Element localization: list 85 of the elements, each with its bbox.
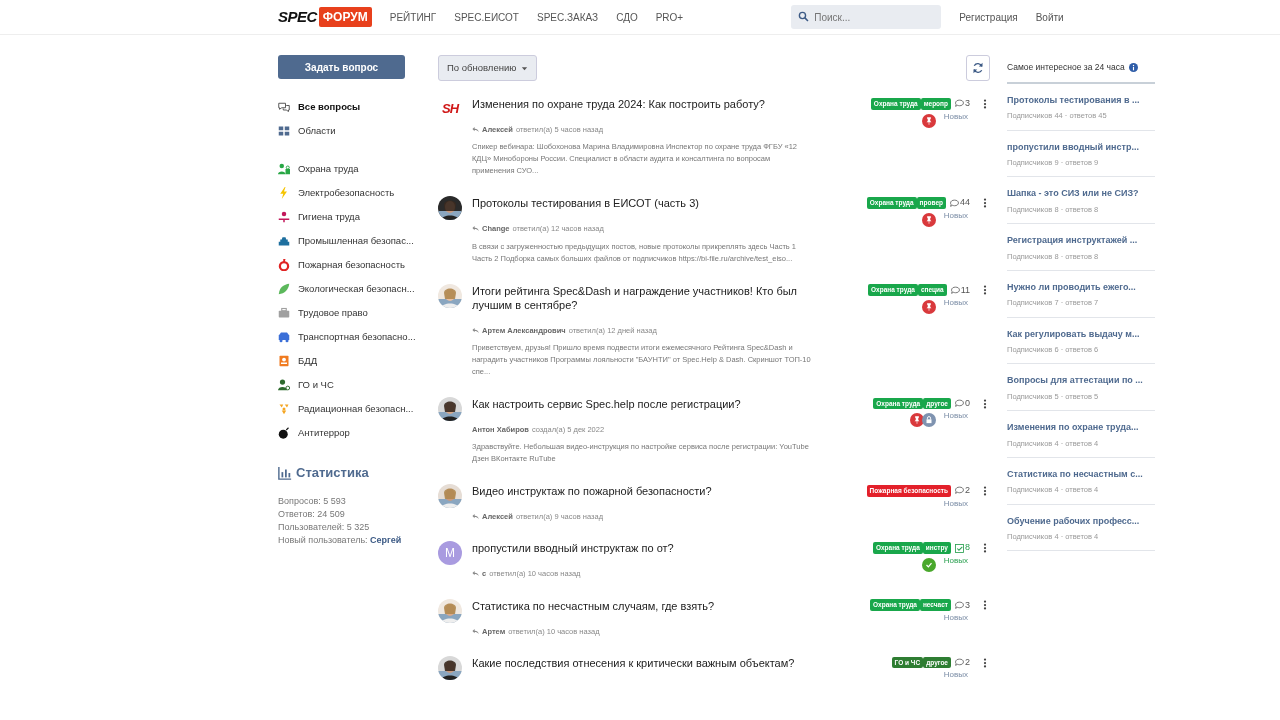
topic-link[interactable]: Изменения по охране труда... [1007,421,1155,435]
topic-link[interactable]: пропустили вводный инстр... [1007,140,1155,154]
section-title: Самое интересное за 24 часа [1007,61,1125,74]
comment-icon [950,285,960,295]
new-link[interactable]: Новых [943,110,968,123]
category-link[interactable]: Промышленная безопас... [298,233,414,249]
category-link[interactable]: Пожарная безопасность [298,257,405,273]
category-link[interactable]: Гигиена труда [298,209,360,225]
topic-title[interactable]: пропустили вводный инструктаж по от? [472,541,840,556]
stat-text: Ответов: 24 509 [278,507,346,521]
chart-icon [278,465,292,480]
stat-text: Вопросов: 5 593 [278,494,347,508]
user-link[interactable]: Сергей [370,534,402,545]
category-link[interactable]: Электробезопасность [298,185,395,201]
section-title: Статистика [296,464,369,482]
stat-text: Пользователей: 5 325 [278,520,371,534]
new-link[interactable]: Новых [943,554,968,567]
comment-icon [955,658,964,667]
grid-icon [278,125,290,137]
user-avatar: M [438,541,462,566]
checkbox-icon [955,543,964,553]
new-link[interactable]: Новых [943,209,968,222]
nav-link[interactable]: SPEC.ЗАКАЗ [537,9,599,25]
category-link[interactable]: Транспортная безопасно... [298,329,416,345]
nav-link[interactable]: PRO+ [655,9,684,25]
search-field[interactable]: Поиск... [791,5,942,29]
topic-link[interactable]: Статистика по несчастным с... [1007,467,1155,482]
topic-link[interactable]: Регистрация инструктажей ... [1007,234,1155,248]
category-link[interactable]: Экологическая безопасн... [298,281,415,297]
category-link[interactable]: Охрана труда [298,161,359,177]
topic-title[interactable]: Как настроить сервис Spec.help после регистрации? [472,396,840,411]
comment-icon [955,99,964,109]
reply-count: 3 [965,598,970,612]
ask-button[interactable]: Задать вопрос [278,55,405,79]
refresh-button[interactable] [966,55,990,81]
comment-icon [955,486,964,496]
nav-link[interactable]: Войти [1035,9,1064,25]
refresh-icon [972,62,984,74]
reply-count: 44 [960,196,970,210]
new-link[interactable]: Новых [943,612,968,624]
sort-dropdown[interactable]: По обновлению [438,55,538,81]
comment-icon [955,399,964,408]
search-icon [798,11,810,22]
caret-icon [521,64,529,72]
sidebar-link[interactable]: Все вопросы [298,99,361,115]
nav-link[interactable]: SPEC.ЕИСОТ [454,9,519,25]
reply-count: 2 [965,655,970,669]
reply-count: 3 [965,97,970,110]
comment-icon [955,600,964,610]
category-link[interactable]: Радиационная безопасн... [298,401,414,417]
topic-title[interactable]: Какие последствия отнесения к критически важным объектам? [472,655,840,670]
topic-title[interactable]: Итоги рейтинга Spec&Dash и награждение участников! Кто был лучшим в сентябре? [472,283,840,312]
topic-title[interactable]: Протоколы тестирования в ЕИСОТ (часть 3) [472,196,840,211]
category-link[interactable]: Трудовое право [298,305,368,321]
new-link[interactable]: Новых [943,669,968,682]
reply-count: 0 [965,396,970,410]
category-link[interactable]: Антитеррор [298,425,350,441]
nav-link[interactable]: СДО [616,9,638,25]
new-link[interactable]: Новых [943,497,968,510]
logo-text: SH [441,100,459,119]
comment-icon [950,198,959,208]
reply-count: 2 [965,484,970,497]
reply-count: 11 [960,283,970,297]
nav-link[interactable]: Регистрация [959,9,1018,25]
topic-title[interactable]: Видео инструктаж по пожарной безопасности? [472,484,840,498]
logo-text[interactable]: SPEC [278,5,317,29]
sidebar-link[interactable]: Области [298,123,336,139]
category-link[interactable]: ГО и ЧС [298,377,334,393]
topic-link[interactable]: Как регулировать выдачу м... [1007,327,1155,341]
topic-link[interactable]: Вопросы для аттестации по ... [1007,374,1155,388]
new-link[interactable]: Новых [943,297,968,309]
stat-text: Новый пользователь: [278,534,369,545]
nav-link[interactable]: РЕЙТИНГ [389,9,437,25]
topic-link[interactable]: Протоколы тестирования в ... [1007,93,1155,108]
logo-badge[interactable]: ФОРУМ [318,7,372,27]
topic-link[interactable]: Обучение рабочих професс... [1007,514,1155,528]
topic-title[interactable]: Изменения по охране труда 2024: Как построить работу? [472,97,840,111]
topic-title[interactable]: Статистика по несчастным случаям, где взять? [472,598,840,613]
reply-count: 8 [965,541,970,555]
topic-link[interactable]: Нужно ли проводить ежего... [1007,280,1155,295]
category-link[interactable]: БДД [298,353,318,369]
info-icon [1128,62,1138,72]
chat-icon [278,101,290,113]
topic-link[interactable]: Шапка - это СИЗ или не СИЗ? [1007,187,1155,201]
new-link[interactable]: Новых [943,410,968,423]
